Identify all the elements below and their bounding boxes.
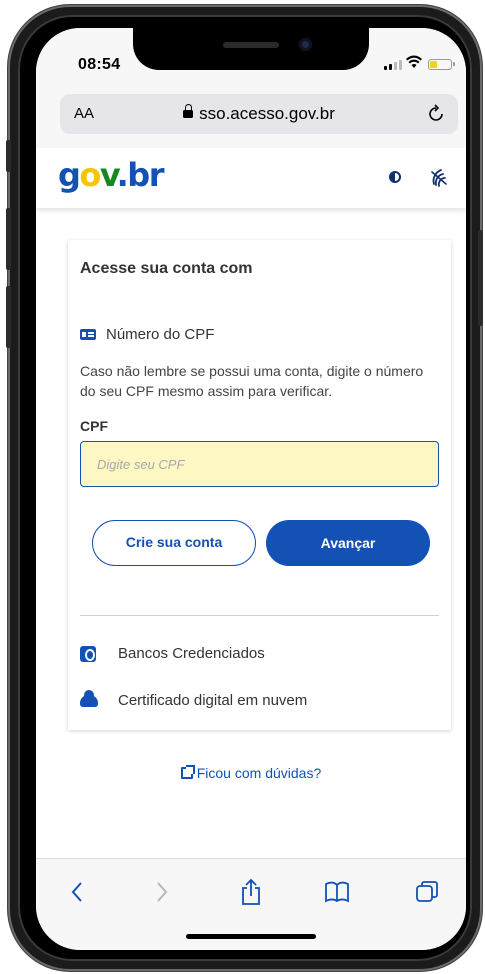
share-icon[interactable] (236, 877, 266, 907)
vlibras-icon[interactable] (430, 166, 448, 188)
divider (80, 615, 439, 616)
create-account-button[interactable]: Crie sua conta (92, 520, 256, 566)
accredited-banks-option[interactable]: Bancos Credenciados (80, 645, 265, 662)
battery-icon (428, 59, 455, 70)
cpf-method-label: Número do CPF (106, 326, 215, 343)
card-title: Acesse sua conta com (80, 260, 253, 277)
home-indicator[interactable] (186, 934, 316, 939)
power-button (478, 230, 483, 326)
bookmarks-icon[interactable] (322, 877, 352, 907)
url-text: sso.acesso.gov.br (199, 104, 335, 123)
screen: 08:54 AA sso.acesso.gov.br gov.br Acesse… (36, 28, 466, 950)
reload-icon[interactable] (424, 102, 448, 126)
wifi-icon (406, 55, 422, 68)
cloud-certificate-option[interactable]: Certificado digital em nuvem (80, 689, 308, 709)
volume-down-button (6, 286, 11, 348)
cpf-input[interactable] (80, 441, 439, 487)
help-link-text: Ficou com dúvidas? (196, 765, 322, 781)
govbr-logo[interactable]: gov.br (58, 156, 164, 194)
cpf-method: Número do CPF (80, 326, 214, 343)
help-link[interactable]: Ficou com dúvidas? (36, 765, 466, 781)
address-bar[interactable]: AA sso.acesso.gov.br (60, 94, 458, 134)
status-time: 08:54 (78, 56, 121, 73)
bank-icon (80, 645, 96, 662)
accredited-banks-label: Bancos Credenciados (118, 645, 265, 662)
url-display[interactable]: sso.acesso.gov.br (60, 104, 458, 124)
external-link-icon (180, 765, 195, 779)
volume-up-button (6, 208, 11, 270)
mute-switch (6, 140, 11, 172)
site-header: gov.br (36, 148, 466, 208)
next-button[interactable]: Avançar (266, 520, 430, 566)
cpf-hint-text: Caso não lembre se possui uma conta, dig… (80, 363, 424, 399)
browser-address-area: AA sso.acesso.gov.br (36, 92, 466, 148)
back-icon[interactable] (62, 877, 92, 907)
lock-icon (183, 104, 194, 118)
forward-icon[interactable] (147, 877, 177, 907)
signal-icon (384, 60, 402, 70)
notch (133, 28, 369, 70)
cpf-field-label: CPF (80, 418, 108, 434)
cloud-icon (80, 689, 98, 707)
battery-level (430, 61, 437, 68)
login-card: Acesse sua conta com Número do CPF Caso … (68, 240, 451, 730)
tabs-icon[interactable] (412, 877, 442, 907)
id-card-icon (80, 329, 96, 340)
cloud-certificate-label: Certificado digital em nuvem (118, 692, 308, 709)
contrast-icon[interactable] (389, 171, 401, 183)
speaker (223, 42, 279, 48)
camera (299, 38, 312, 51)
